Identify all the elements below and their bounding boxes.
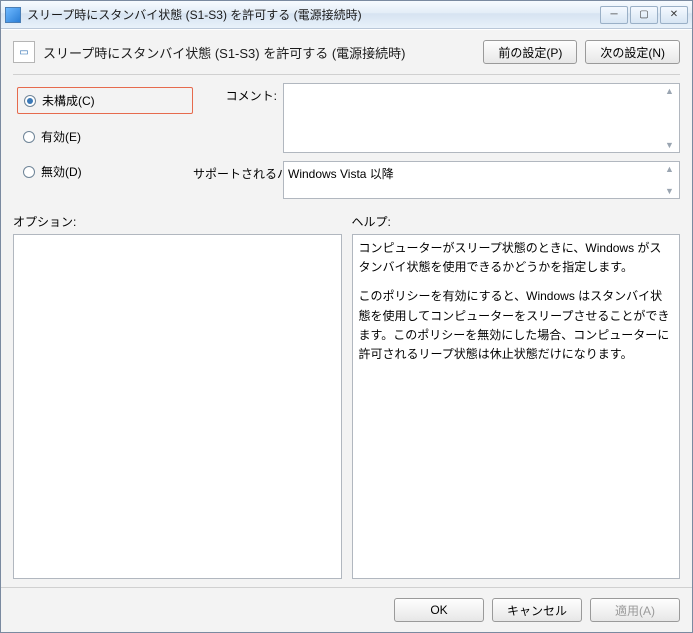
window-buttons: ─ ▢ ✕: [600, 6, 688, 24]
state-radios: 未構成(C) 有効(E) 無効(D): [13, 83, 193, 199]
nav-buttons: 前の設定(P) 次の設定(N): [483, 40, 680, 64]
policy-editor-window: スリープ時にスタンバイ状態 (S1-S3) を許可する (電源接続時) ─ ▢ …: [0, 0, 693, 633]
options-column: オプション:: [13, 213, 342, 579]
radio-not-configured[interactable]: 未構成(C): [17, 87, 193, 114]
lower-panels: オプション: ヘルプ: コンピューターがスリープ状態のときに、Windows が…: [13, 213, 680, 579]
options-panel[interactable]: [13, 234, 342, 579]
options-label: オプション:: [13, 213, 342, 230]
ok-button[interactable]: OK: [394, 598, 484, 622]
content-area: ▭ スリープ時にスタンバイ状態 (S1-S3) を許可する (電源接続時) 前の…: [1, 29, 692, 587]
policy-title: スリープ時にスタンバイ状態 (S1-S3) を許可する (電源接続時): [43, 43, 406, 62]
supported-value: Windows Vista 以降: [288, 167, 394, 181]
radio-icon: [24, 95, 36, 107]
previous-setting-button[interactable]: 前の設定(P): [483, 40, 577, 64]
supported-field-wrap: Windows Vista 以降 ▲▼: [283, 161, 680, 199]
policy-header: ▭ スリープ時にスタンバイ状態 (S1-S3) を許可する (電源接続時) 前の…: [13, 40, 680, 64]
help-paragraph: コンピューターがスリープ状態のときに、Windows がスタンバイ状態を使用でき…: [359, 239, 674, 277]
apply-button: 適用(A): [590, 598, 680, 622]
radio-enabled[interactable]: 有効(E): [17, 124, 193, 149]
radio-icon: [23, 166, 35, 178]
radio-icon: [23, 131, 35, 143]
help-label: ヘルプ:: [352, 213, 681, 230]
next-setting-button[interactable]: 次の設定(N): [585, 40, 680, 64]
help-column: ヘルプ: コンピューターがスリープ状態のときに、Windows がスタンバイ状態…: [352, 213, 681, 579]
comment-textarea[interactable]: ▲▼: [283, 83, 680, 153]
cancel-button[interactable]: キャンセル: [492, 598, 582, 622]
comment-field-wrap: ▲▼: [283, 83, 680, 153]
help-panel[interactable]: コンピューターがスリープ状態のときに、Windows がスタンバイ状態を使用でき…: [352, 234, 681, 579]
titlebar: スリープ時にスタンバイ状態 (S1-S3) を許可する (電源接続時) ─ ▢ …: [1, 1, 692, 29]
radio-label: 有効(E): [41, 128, 81, 145]
scrollbar-icon: ▲▼: [665, 86, 677, 150]
divider: [13, 74, 680, 75]
help-paragraph: このポリシーを有効にすると、Windows はスタンバイ状態を使用してコンピュー…: [359, 287, 674, 364]
upper-grid: 未構成(C) 有効(E) 無効(D) コメント: ▲▼ サポート: [13, 83, 680, 199]
comment-label: コメント:: [193, 83, 283, 153]
radio-label: 未構成(C): [42, 92, 95, 109]
close-button[interactable]: ✕: [660, 6, 688, 24]
footer: OK キャンセル 適用(A): [1, 587, 692, 632]
radio-label: 無効(D): [41, 163, 82, 180]
supported-textarea: Windows Vista 以降 ▲▼: [283, 161, 680, 199]
maximize-button[interactable]: ▢: [630, 6, 658, 24]
radio-disabled[interactable]: 無効(D): [17, 159, 193, 184]
app-icon: [5, 7, 21, 23]
window-title: スリープ時にスタンバイ状態 (S1-S3) を許可する (電源接続時): [27, 6, 600, 23]
supported-label: サポートされるバージョン:: [193, 161, 283, 199]
minimize-button[interactable]: ─: [600, 6, 628, 24]
policy-icon: ▭: [13, 41, 35, 63]
scrollbar-icon: ▲▼: [665, 164, 677, 196]
